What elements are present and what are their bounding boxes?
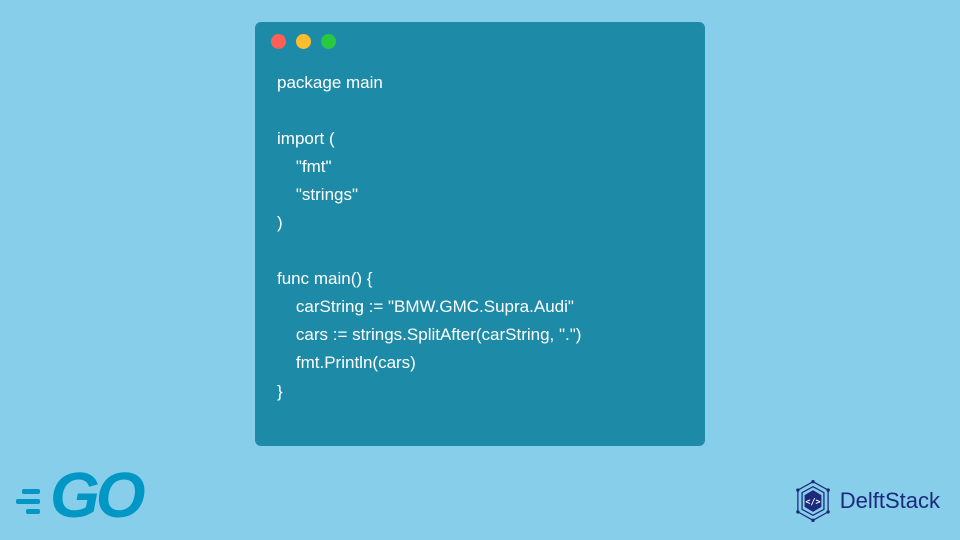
go-speed-lines-icon	[8, 477, 40, 514]
svg-text:</>: </>	[805, 496, 820, 506]
go-logo: GO	[8, 458, 142, 532]
go-logo-text: GO	[50, 458, 142, 532]
minimize-icon[interactable]	[296, 34, 311, 49]
code-content: package main import ( "fmt" "strings" ) …	[255, 61, 705, 424]
close-icon[interactable]	[271, 34, 286, 49]
code-window: package main import ( "fmt" "strings" ) …	[255, 22, 705, 446]
window-titlebar	[255, 34, 705, 61]
delftstack-icon: </>	[792, 480, 834, 522]
maximize-icon[interactable]	[321, 34, 336, 49]
delftstack-logo: </> DelftStack	[792, 480, 940, 522]
delftstack-logo-text: DelftStack	[840, 488, 940, 514]
